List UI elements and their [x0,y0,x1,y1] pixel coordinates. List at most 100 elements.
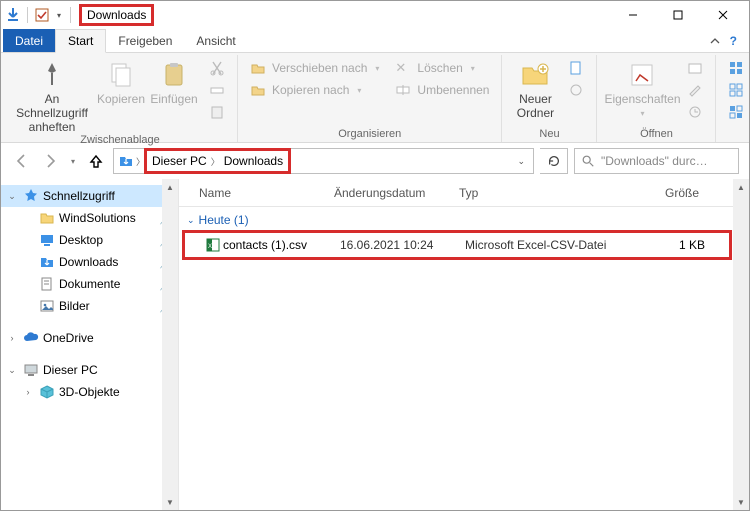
breadcrumb-downloads[interactable]: Downloads [220,152,287,170]
new-item-button[interactable] [564,57,588,79]
tree-onedrive[interactable]: › OneDrive [1,327,178,349]
title-bar: ▾ Downloads [1,1,749,29]
rename-button[interactable]: Umbenennen [391,79,493,101]
breadcrumb-pc[interactable]: Dieser PC [148,152,211,170]
select-all-button[interactable]: Alles auswählen [724,57,750,79]
copy-to-label: Kopieren nach [272,83,349,97]
edit-button[interactable] [683,79,707,101]
group-header-label: Heute (1) [199,213,249,227]
address-dropdown-icon[interactable]: ⌄ [517,156,525,167]
expand-icon[interactable]: ⌄ [187,215,195,226]
address-bar[interactable]: 〉 Dieser PC 〉 Downloads ⌄ [113,148,534,174]
maximize-button[interactable] [655,1,700,29]
paste-label: Einfügen [150,93,197,107]
file-size: 1 KB [635,238,715,252]
move-to-icon [250,60,266,76]
rename-icon [395,82,411,98]
col-type[interactable]: Typ [459,186,629,200]
ribbon-group-open: Eigenschaften ▾ Öffnen [597,55,716,142]
col-name[interactable]: Name [199,186,334,200]
tab-view[interactable]: Ansicht [184,29,247,52]
history-button[interactable] [683,101,707,123]
select-none-icon [728,82,744,98]
tree-item-desktop[interactable]: Desktop 📌 [1,229,178,251]
tree-this-pc[interactable]: ⌄ Dieser PC [1,359,178,381]
cut-button[interactable] [205,57,229,79]
copy-to-button[interactable]: Kopieren nach▾ [246,79,383,101]
refresh-button[interactable] [540,148,568,174]
invert-selection-button[interactable]: Auswahl umkehren [724,101,750,123]
col-size[interactable]: Größe [629,186,709,200]
col-date[interactable]: Änderungsdatum [334,186,459,200]
tree-item-3d-objects[interactable]: › 3D-Objekte [1,381,178,403]
tree-item-downloads[interactable]: Downloads 📌 [1,251,178,273]
tree-item-pictures[interactable]: Bilder 📌 [1,295,178,317]
breadcrumb-downloads-label: Downloads [224,154,283,168]
documents-icon [39,276,55,292]
desktop-icon [39,232,55,248]
content-scrollbar[interactable]: ▲▼ [733,179,749,510]
recent-locations-button[interactable]: ▾ [67,150,79,172]
search-placeholder: "Downloads" durc… [601,154,708,168]
select-all-icon [728,60,744,76]
up-button[interactable] [85,150,107,172]
expand-icon[interactable]: › [5,333,19,343]
tree-label: OneDrive [43,331,174,345]
copy-label: Kopieren [97,93,145,107]
easy-access-button[interactable] [564,79,588,101]
paste-shortcut-button[interactable] [205,101,229,123]
new-folder-label: Neuer Ordner [510,93,560,121]
paste-shortcut-icon [209,104,225,120]
close-button[interactable] [700,1,745,29]
minimize-button[interactable] [610,1,655,29]
expand-icon[interactable]: ⌄ [5,191,19,202]
search-icon [581,154,595,168]
properties-button[interactable]: Eigenschaften ▾ [605,57,679,118]
select-none-button[interactable]: Nichts auswählen [724,79,750,101]
expand-icon[interactable]: ⌄ [5,365,19,376]
sidebar-scrollbar[interactable]: ▲▼ [162,179,178,510]
tree-item-documents[interactable]: Dokumente 📌 [1,273,178,295]
back-button[interactable] [11,150,33,172]
window-title: Downloads [81,6,152,24]
ribbon: An Schnellzugriff anheften Kopieren Einf… [1,53,749,143]
ribbon-group-new: Neuer Ordner Neu [502,55,597,142]
copy-path-button[interactable] [205,79,229,101]
move-to-label: Verschieben nach [272,61,367,75]
qat-dropdown-icon[interactable]: ▾ [54,7,64,23]
move-to-button[interactable]: Verschieben nach▾ [246,57,383,79]
forward-button[interactable] [39,150,61,172]
file-row[interactable]: X contacts (1).csv 16.06.2021 10:24 Micr… [185,233,729,257]
file-type: Microsoft Excel-CSV-Datei [465,238,635,252]
tab-share[interactable]: Freigeben [106,29,184,52]
pin-to-quickaccess-button[interactable]: An Schnellzugriff anheften [11,57,93,134]
app-icon [5,7,21,23]
help-icon[interactable]: ? [730,34,737,48]
copy-button[interactable]: Kopieren [97,57,145,107]
tree-item-windsolutions[interactable]: WindSolutions 📌 [1,207,178,229]
folder-icon [39,210,55,226]
delete-button[interactable]: ✕ Löschen▾ [391,57,493,79]
tab-start[interactable]: Start [55,29,106,53]
expand-icon[interactable]: › [21,387,35,397]
group-header-today[interactable]: ⌄ Heute (1) [179,207,733,233]
ribbon-collapse-icon[interactable] [710,36,720,46]
tree-label: Dieser PC [43,363,174,377]
copy-icon [105,59,137,91]
breadcrumb-sep-icon[interactable]: 〉 [211,155,220,168]
open-button[interactable] [683,57,707,79]
paste-icon [158,59,190,91]
file-date: 16.06.2021 10:24 [340,238,465,252]
tree-label: Desktop [59,233,155,247]
file-list: Name Änderungsdatum Typ Größe ⌄ Heute (1… [179,179,749,510]
tree-quick-access[interactable]: ⌄ Schnellzugriff [1,185,178,207]
search-box[interactable]: "Downloads" durc… [574,148,739,174]
delete-label: Löschen [417,61,462,75]
tab-file[interactable]: Datei [3,29,55,52]
paste-button[interactable]: Einfügen [149,57,199,107]
qat-properties-icon[interactable] [34,7,50,23]
tree-label: Bilder [59,299,155,313]
breadcrumb-sep-icon[interactable]: 〉 [136,155,145,168]
ribbon-group-select: Alles auswählen Nichts auswählen Auswahl… [716,55,750,142]
new-folder-button[interactable]: Neuer Ordner [510,57,560,121]
